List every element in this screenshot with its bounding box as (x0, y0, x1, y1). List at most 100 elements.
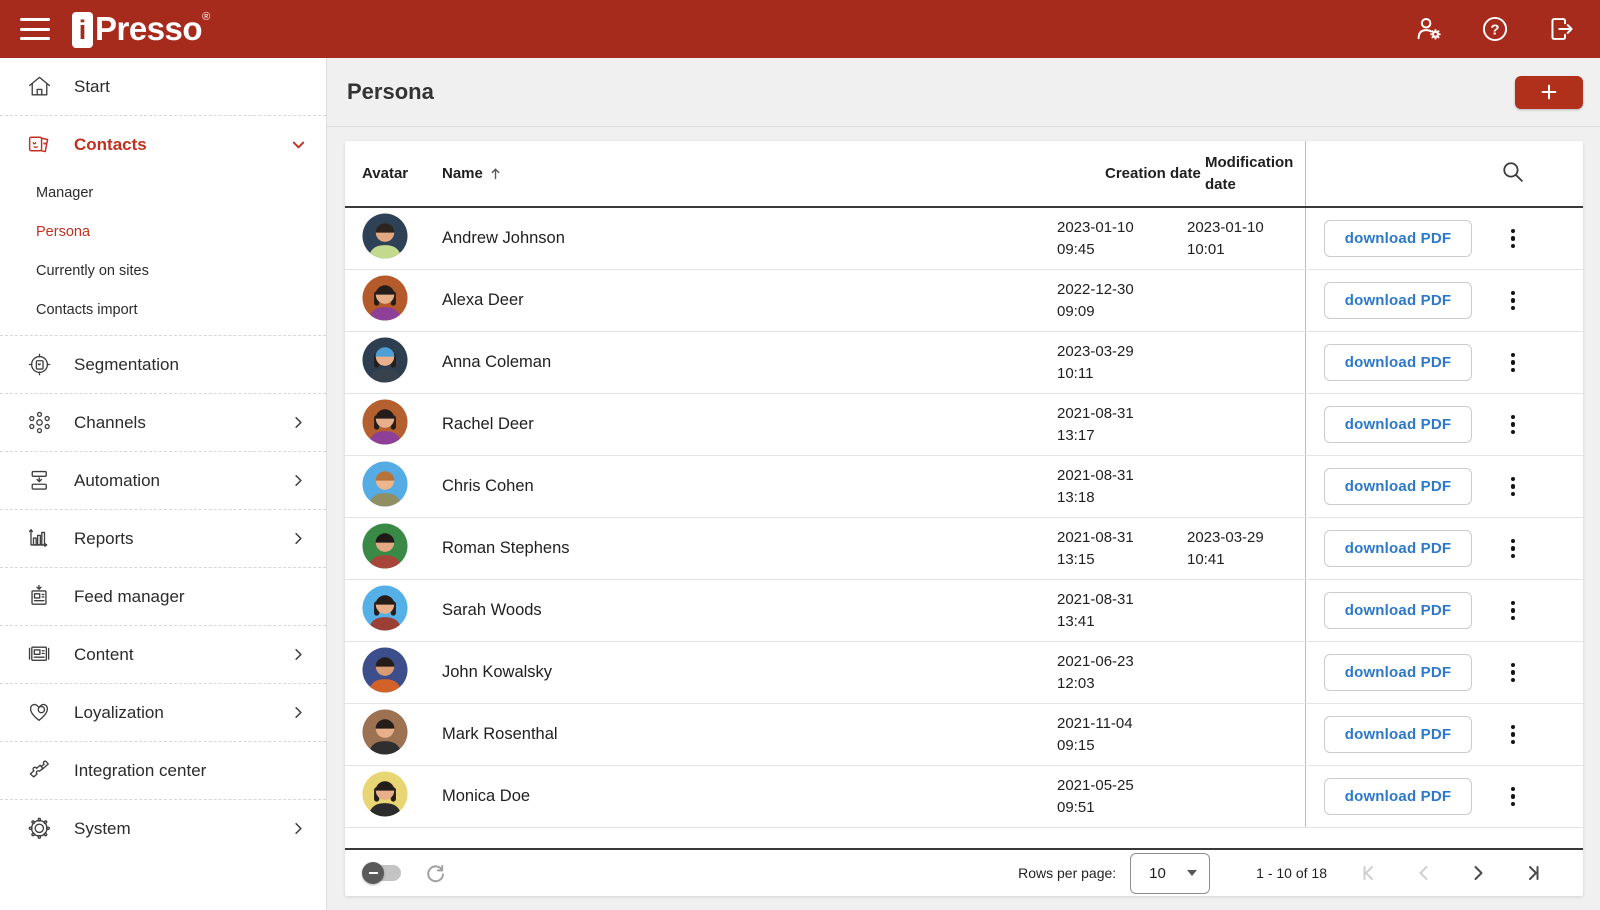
table-row: Roman Stephens2021-08-3113:152023-03-291… (345, 518, 1583, 580)
avatar-cell (362, 275, 442, 326)
previous-page-button[interactable] (1411, 860, 1437, 886)
contact-name: John Kowalsky (442, 663, 552, 682)
chevron-right-icon (289, 471, 308, 490)
contacts-icon (20, 126, 58, 164)
row-menu-icon[interactable] (1507, 597, 1520, 625)
page-header: Persona (327, 58, 1600, 127)
app-header: i Presso ® ? (0, 0, 1600, 58)
avatar-cell (362, 213, 442, 264)
sort-ascending-icon[interactable] (487, 165, 504, 182)
column-header-creation-date[interactable]: Creation date (1105, 163, 1205, 185)
download-pdf-button[interactable]: download PDF (1324, 344, 1472, 381)
download-pdf-button[interactable]: download PDF (1324, 468, 1472, 505)
creation-date-cell: 2022-12-3009:09 (1057, 279, 1187, 323)
logo-text: Presso (95, 10, 202, 48)
row-menu-icon[interactable] (1507, 473, 1520, 501)
creation-date-cell: 2021-08-3113:15 (1057, 527, 1187, 571)
row-menu-icon[interactable] (1507, 535, 1520, 563)
sidebar-item-label: Contacts (74, 135, 147, 155)
download-pdf-button[interactable]: download PDF (1324, 406, 1472, 443)
row-menu-icon[interactable] (1507, 225, 1520, 253)
avatar-cell (362, 585, 442, 636)
row-menu-icon[interactable] (1507, 411, 1520, 439)
table-row: Andrew Johnson2023-01-1009:452023-01-101… (345, 208, 1583, 270)
table-row: John Kowalsky2021-06-2312:03download PDF (345, 642, 1583, 704)
sidebar-subitem-manager[interactable]: Manager (0, 173, 326, 212)
table-footer: Rows per page: 10 1 - 10 of 18 (345, 848, 1583, 896)
download-pdf-button[interactable]: download PDF (1324, 592, 1472, 629)
chevron-right-icon (289, 413, 308, 432)
column-header-name[interactable]: Name (442, 163, 483, 185)
search-icon[interactable] (1500, 159, 1525, 189)
next-page-button[interactable] (1465, 860, 1491, 886)
sidebar-item-automation[interactable]: Automation (0, 452, 326, 509)
help-icon[interactable]: ? (1480, 14, 1510, 44)
content-icon (20, 636, 58, 674)
table-header-row: Avatar Name Creation date Modification d… (345, 141, 1583, 208)
avatar (362, 337, 408, 383)
row-menu-icon[interactable] (1507, 721, 1520, 749)
svg-text:?: ? (1490, 21, 1499, 38)
avatar (362, 585, 408, 631)
sidebar-item-system[interactable]: System (0, 800, 326, 857)
avatar (362, 771, 408, 817)
sidebar-item-contacts[interactable]: Contacts (0, 116, 326, 173)
dropdown-caret-icon (1187, 870, 1197, 876)
sidebar-item-label: System (74, 819, 131, 839)
sidebar-subitem-currently-on-sites[interactable]: Currently on sites (0, 251, 326, 290)
menu-icon[interactable] (20, 18, 50, 40)
chevron-down-icon (289, 135, 308, 154)
sidebar-item-content[interactable]: Content (0, 626, 326, 683)
avatar-cell (362, 771, 442, 822)
modification-date-cell: 2023-03-2910:41 (1187, 527, 1305, 571)
main-content: Persona Avatar Name Creation date Modifi… (327, 58, 1600, 910)
sidebar-item-label: Reports (74, 529, 134, 549)
download-pdf-button[interactable]: download PDF (1324, 778, 1472, 815)
creation-date-cell: 2021-08-3113:41 (1057, 589, 1187, 633)
plus-icon (1538, 81, 1560, 103)
avatar (362, 461, 408, 507)
column-header-modification-date[interactable]: Modification date (1205, 152, 1305, 196)
sidebar-item-label: Feed manager (74, 587, 185, 607)
add-persona-button[interactable] (1515, 76, 1583, 109)
download-pdf-button[interactable]: download PDF (1324, 282, 1472, 319)
download-pdf-button[interactable]: download PDF (1324, 220, 1472, 257)
sidebar-subitem-contacts-import[interactable]: Contacts import (0, 290, 326, 329)
download-pdf-button[interactable]: download PDF (1324, 654, 1472, 691)
refresh-icon[interactable] (423, 861, 447, 885)
sidebar-item-start[interactable]: Start (0, 58, 326, 115)
sidebar-item-reports[interactable]: Reports (0, 510, 326, 567)
sidebar: Start Contacts ManagerPersonaCurrently on… (0, 58, 327, 910)
row-menu-icon[interactable] (1507, 783, 1520, 811)
sidebar-item-loyalization[interactable]: Loyalization (0, 684, 326, 741)
compact-view-toggle[interactable] (365, 865, 401, 881)
download-pdf-button[interactable]: download PDF (1324, 530, 1472, 567)
table-row: Chris Cohen2021-08-3113:18download PDF (345, 456, 1583, 518)
rows-per-page-select[interactable]: 10 (1130, 853, 1210, 894)
system-icon (20, 810, 58, 848)
sidebar-item-channels[interactable]: Channels (0, 394, 326, 451)
sidebar-item-segmentation[interactable]: Segmentation (0, 336, 326, 393)
avatar-cell (362, 461, 442, 512)
row-menu-icon[interactable] (1507, 287, 1520, 315)
first-page-button[interactable] (1357, 860, 1383, 886)
avatar (362, 647, 408, 693)
manage-account-icon[interactable] (1414, 14, 1444, 44)
last-page-button[interactable] (1519, 860, 1545, 886)
row-menu-icon[interactable] (1507, 349, 1520, 377)
logout-icon[interactable] (1546, 14, 1576, 44)
page-title: Persona (347, 79, 434, 105)
pagination-range: 1 - 10 of 18 (1256, 865, 1327, 881)
sidebar-item-label: Loyalization (74, 703, 164, 723)
table-row: Rachel Deer2021-08-3113:17download PDF (345, 394, 1583, 456)
download-pdf-button[interactable]: download PDF (1324, 716, 1472, 753)
sidebar-item-feed-manager[interactable]: Feed manager (0, 568, 326, 625)
sidebar-item-label: Start (74, 77, 110, 97)
chevron-right-icon (289, 529, 308, 548)
sidebar-item-integration-center[interactable]: Integration center (0, 742, 326, 799)
channels-icon (20, 404, 58, 442)
contact-name: Alexa Deer (442, 291, 524, 310)
creation-date-cell: 2021-08-3113:18 (1057, 465, 1187, 509)
sidebar-subitem-persona[interactable]: Persona (0, 212, 326, 251)
row-menu-icon[interactable] (1507, 659, 1520, 687)
